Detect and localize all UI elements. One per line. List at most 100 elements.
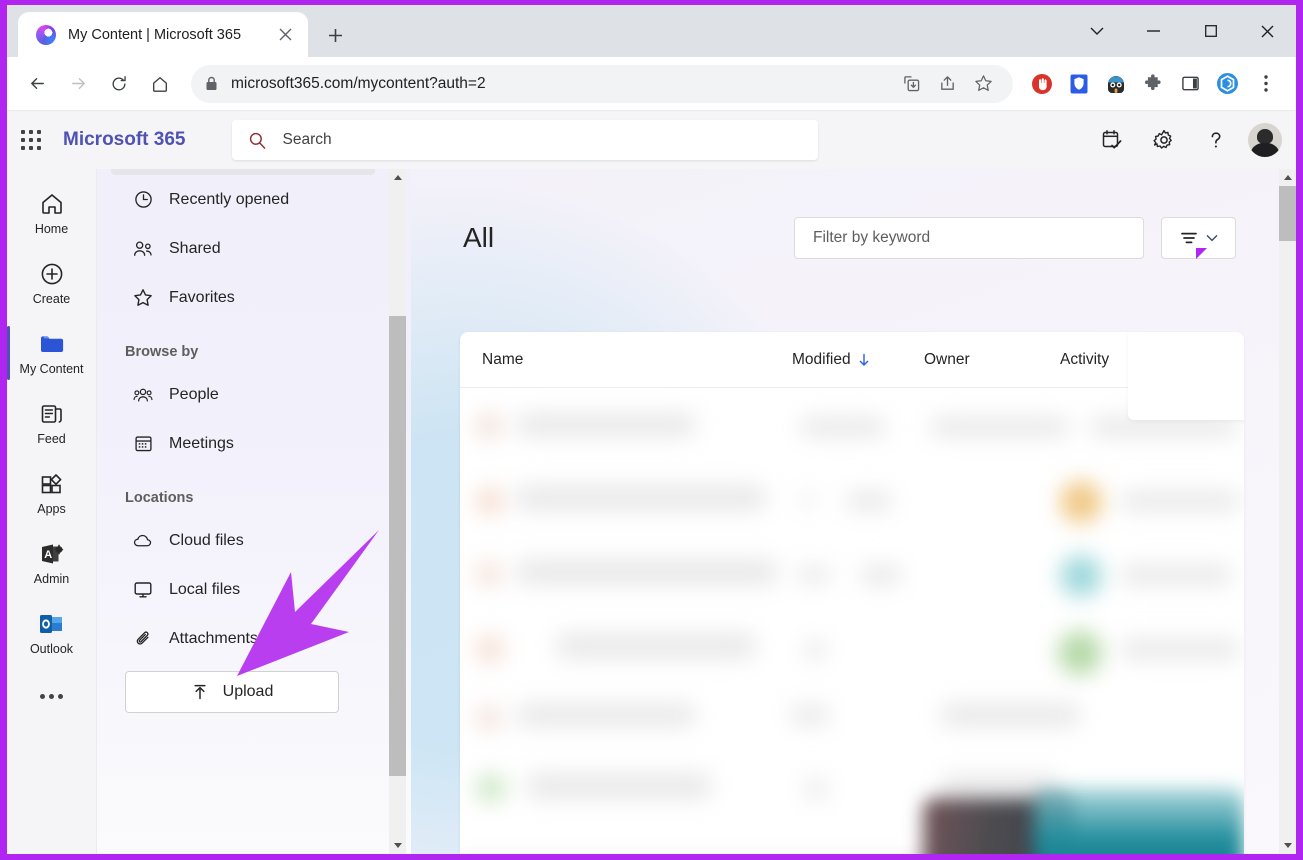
address-bar[interactable]: microsoft365.com/mycontent?auth=2 — [191, 64, 1013, 103]
rail-item-outlook[interactable]: Outlook — [7, 598, 97, 668]
extensions-puzzle-icon[interactable] — [1136, 67, 1170, 101]
page-title: All — [463, 222, 495, 253]
share-icon[interactable] — [931, 68, 963, 100]
brand-title[interactable]: Microsoft 365 — [63, 129, 185, 151]
column-header-name[interactable]: Name — [482, 351, 792, 369]
privacy-badger-icon[interactable] — [1099, 67, 1133, 101]
sidebar-label: Favorites — [169, 288, 235, 306]
table-row[interactable] — [460, 611, 1244, 685]
table-row[interactable] — [460, 537, 1244, 611]
tab-search-chevron-icon[interactable] — [1068, 7, 1125, 55]
main-content: All Filter by keyword Name Modified Owne… — [411, 169, 1296, 854]
upload-arrow-icon — [191, 683, 209, 701]
install-app-icon[interactable] — [895, 68, 927, 100]
search-input[interactable]: Search — [232, 120, 819, 160]
rail-item-apps[interactable]: Apps — [7, 458, 97, 528]
sidebar-scrollbar[interactable] — [389, 169, 406, 854]
sidebar-item-local-files[interactable]: Local files — [111, 565, 375, 614]
forward-arrow-icon[interactable] — [59, 65, 97, 103]
my-day-icon[interactable] — [1092, 120, 1132, 160]
sidebar-item-people[interactable]: People — [111, 370, 375, 419]
sidebar-item-attachments[interactable]: Attachments — [111, 614, 375, 663]
rail-item-feed[interactable]: Feed — [7, 388, 97, 458]
cloud-icon — [133, 533, 153, 549]
rail-item-create[interactable]: Create — [7, 248, 97, 318]
monitor-icon — [133, 580, 153, 599]
arrow-down-icon — [858, 353, 870, 367]
page-scroll-thumb[interactable] — [1279, 186, 1296, 241]
close-window-icon[interactable] — [1239, 7, 1296, 55]
content-sidebar: All Recently opened Shared — [97, 169, 411, 854]
search-placeholder: Search — [282, 131, 332, 148]
rail-label: Admin — [33, 571, 70, 586]
rail-item-my-content[interactable]: My Content — [7, 318, 97, 388]
maximize-icon[interactable] — [1182, 7, 1239, 55]
sidebar-label: Cloud files — [169, 531, 244, 549]
star-icon — [133, 288, 153, 307]
more-dots-icon[interactable] — [7, 668, 97, 724]
sidebar-scroll-area: All Recently opened Shared — [97, 169, 389, 854]
browser-toolbar: microsoft365.com/mycontent?auth=2 — [7, 57, 1296, 111]
three-dot-menu-icon[interactable] — [1247, 65, 1285, 103]
shield-extension-icon[interactable] — [1062, 67, 1096, 101]
tab-title: My Content | Microsoft 365 — [68, 26, 242, 43]
reload-icon[interactable] — [100, 65, 138, 103]
home-icon[interactable] — [141, 65, 179, 103]
close-icon[interactable] — [272, 22, 298, 48]
avatar[interactable] — [1248, 123, 1282, 157]
search-icon — [248, 131, 267, 150]
sidebar-item-recently-opened[interactable]: Recently opened — [111, 175, 375, 224]
content-card: Name Modified Owner Activity — [460, 332, 1244, 854]
sidebar-item-favorites[interactable]: Favorites — [111, 273, 375, 322]
help-question-icon[interactable] — [1196, 120, 1236, 160]
new-tab-button[interactable] — [318, 18, 352, 52]
sidebar-scroll-thumb[interactable] — [389, 316, 406, 776]
table-row[interactable] — [460, 389, 1244, 463]
sidebar-item-shared[interactable]: Shared — [111, 224, 375, 273]
column-header-modified[interactable]: Modified — [792, 351, 924, 369]
rail-item-home[interactable]: Home — [7, 178, 97, 248]
page-scroll-track[interactable] — [1279, 186, 1296, 837]
sidebar-label: Shared — [169, 239, 221, 257]
filter-sort-icon — [1179, 230, 1199, 246]
rail-item-admin[interactable]: A Admin — [7, 528, 97, 598]
grammar-extension-icon[interactable] — [1210, 67, 1244, 101]
page-scroll-up-arrow-icon[interactable] — [1279, 169, 1296, 186]
microsoft365-app: Microsoft 365 Search Home Create My Cont… — [7, 111, 1296, 854]
page-scroll-down-arrow-icon[interactable] — [1279, 837, 1296, 854]
browser-tab-strip: My Content | Microsoft 365 — [7, 5, 1296, 57]
filter-sort-button[interactable] — [1161, 217, 1236, 259]
column-label: Modified — [792, 350, 851, 368]
settings-gear-icon[interactable] — [1144, 120, 1184, 160]
minimize-icon[interactable] — [1125, 7, 1182, 55]
back-arrow-icon[interactable] — [18, 65, 56, 103]
all-icon — [133, 169, 153, 170]
column-header-owner[interactable]: Owner — [924, 351, 1060, 369]
svg-text:A: A — [44, 549, 52, 561]
browser-tab[interactable]: My Content | Microsoft 365 — [18, 12, 308, 57]
side-panel-icon[interactable] — [1173, 67, 1207, 101]
sidebar-group-locations: Locations — [125, 490, 194, 506]
page-scrollbar[interactable] — [1279, 169, 1296, 854]
sidebar-item-cloud-files[interactable]: Cloud files — [111, 516, 375, 565]
scroll-down-arrow-icon[interactable] — [389, 837, 406, 854]
scroll-up-arrow-icon[interactable] — [389, 169, 406, 186]
bookmark-star-icon[interactable] — [967, 68, 999, 100]
rail-label: Home — [34, 221, 69, 236]
people-group-icon — [133, 386, 153, 404]
table-header: Name Modified Owner Activity — [460, 332, 1244, 388]
clock-icon — [133, 190, 153, 209]
upload-button[interactable]: Upload — [125, 671, 339, 713]
filter-input[interactable]: Filter by keyword — [794, 217, 1144, 259]
calendar-icon — [133, 434, 153, 453]
people-icon — [133, 240, 153, 258]
sidebar-scroll-track[interactable] — [389, 186, 406, 837]
adblock-icon[interactable] — [1025, 67, 1059, 101]
bottom-teal-thumbnail — [1034, 788, 1244, 854]
app-launcher-icon[interactable] — [7, 116, 55, 164]
sidebar-item-meetings[interactable]: Meetings — [111, 419, 375, 468]
paperclip-icon — [133, 629, 153, 649]
table-row[interactable] — [460, 463, 1244, 537]
omnibox-actions — [895, 68, 999, 100]
table-row[interactable] — [460, 685, 1244, 759]
